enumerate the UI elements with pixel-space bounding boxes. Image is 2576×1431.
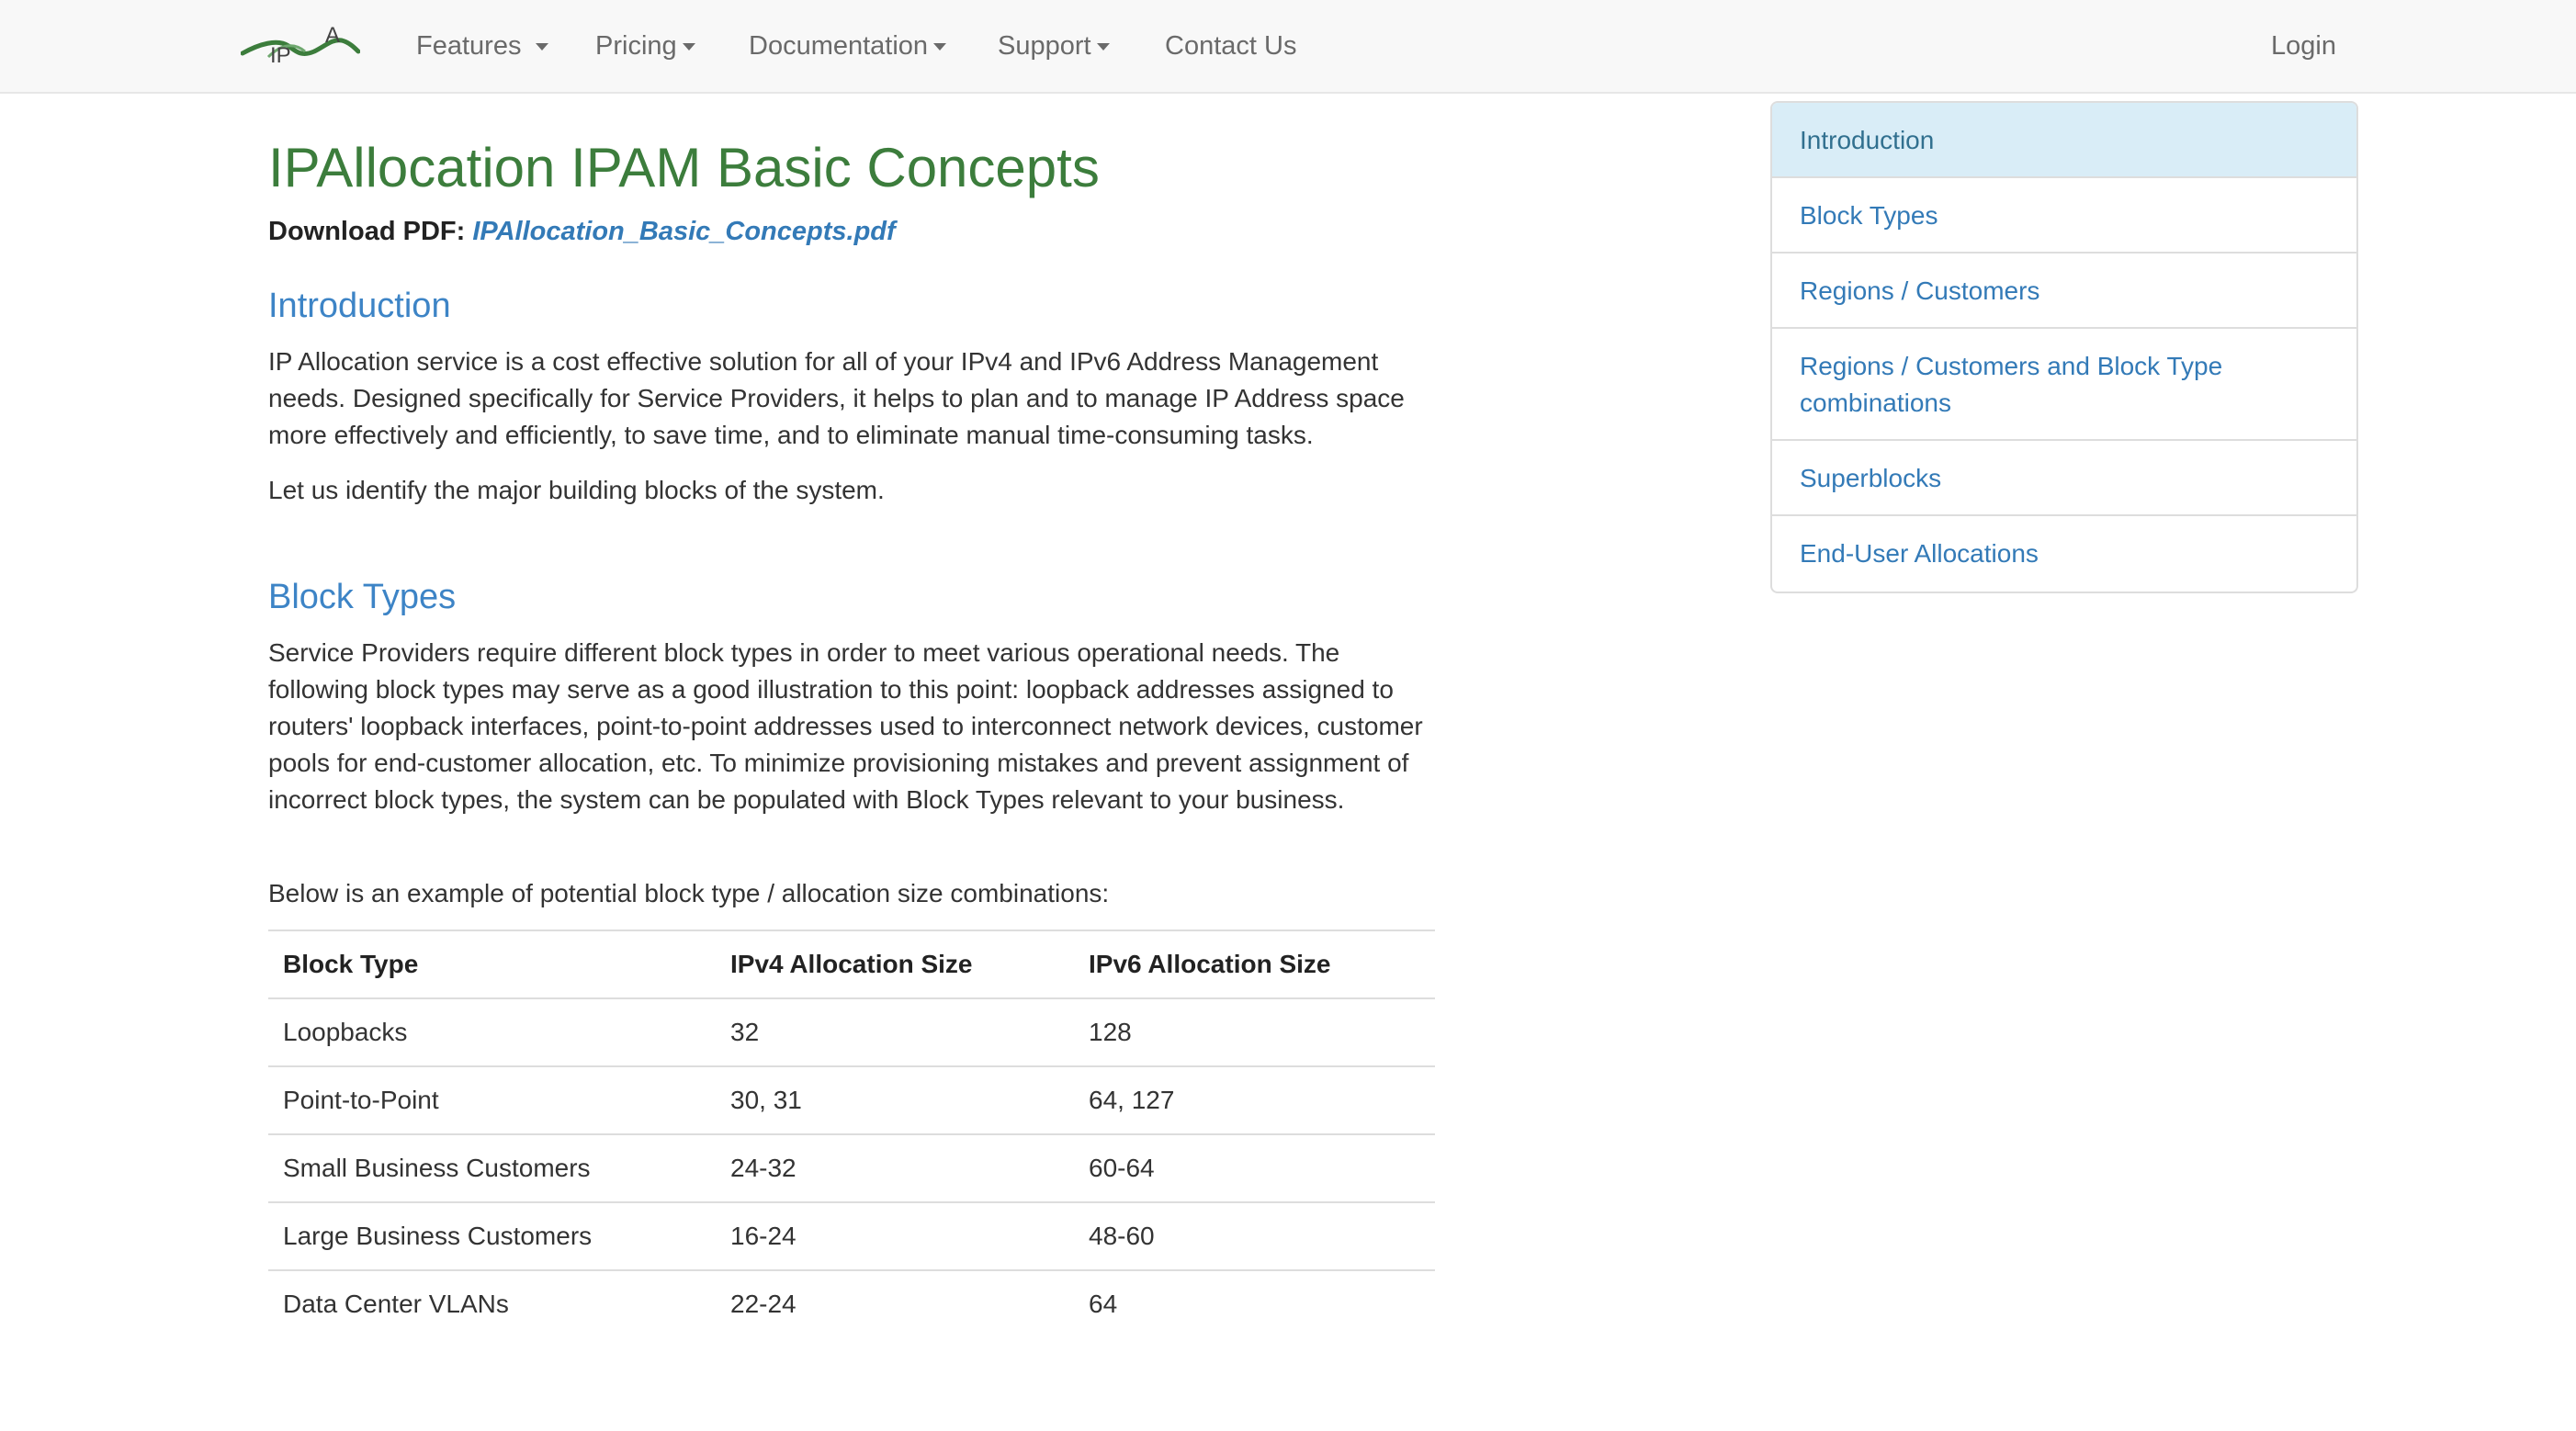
- login-label: Login: [2271, 31, 2336, 61]
- table-cell: Large Business Customers: [283, 1222, 593, 1250]
- nav-features-label: Features: [416, 31, 522, 61]
- table-cell: Loopbacks: [283, 1018, 408, 1046]
- table-cell: 64, 127: [1089, 1086, 1175, 1114]
- download-pdf: Download PDF: IPAllocation_Basic_Concept…: [268, 217, 896, 247]
- login-link[interactable]: Login: [2271, 0, 2336, 92]
- chevron-down-icon: [1096, 43, 1110, 51]
- nav-support[interactable]: Support: [998, 0, 1110, 92]
- nav-contact-us[interactable]: Contact Us: [1165, 0, 1296, 92]
- table-row: Data Center VLANs 22-24 64: [268, 1271, 1435, 1339]
- table-row: Small Business Customers 24-32 60-64: [268, 1135, 1435, 1203]
- table-row: Point-to-Point 30, 31 64, 127: [268, 1067, 1435, 1135]
- toc-item-regions-customers-block-type-combinations[interactable]: Regions / Customers and Block Type combi…: [1772, 329, 2356, 441]
- table-header-cell: IPv6 Allocation Size: [1089, 950, 1331, 978]
- introduction-paragraph: IP Allocation service is a cost effectiv…: [268, 347, 1405, 449]
- download-pdf-link[interactable]: IPAllocation_Basic_Concepts.pdf: [472, 217, 895, 246]
- table-cell: 24-32: [730, 1154, 797, 1182]
- block-types-heading: Block Types: [268, 578, 457, 616]
- table-cell: Data Center VLANs: [283, 1290, 509, 1318]
- table-cell: 128: [1089, 1018, 1132, 1046]
- toc-item-block-types[interactable]: Block Types: [1772, 178, 2356, 254]
- table-cell: 60-64: [1089, 1154, 1155, 1182]
- table-header-cell: IPv4 Allocation Size: [730, 950, 973, 978]
- toc-item-superblocks[interactable]: Superblocks: [1772, 441, 2356, 516]
- block-types-table: Block Type IPv4 Allocation Size IPv6 All…: [268, 930, 1435, 1339]
- table-row: Loopbacks 32 128: [268, 999, 1435, 1067]
- toc-sidebar: Introduction Block Types Regions / Custo…: [1770, 101, 2358, 593]
- svg-text:A: A: [325, 23, 340, 48]
- nav-documentation-label: Documentation: [749, 31, 929, 61]
- nav-pricing-label: Pricing: [595, 31, 677, 61]
- nav-contact-us-label: Contact Us: [1165, 31, 1297, 61]
- nav-pricing[interactable]: Pricing: [595, 0, 695, 92]
- top-navbar: IP A Features Pricing Documentation Supp…: [0, 0, 2576, 94]
- ipa-logo[interactable]: IP A: [240, 20, 361, 68]
- nav-support-label: Support: [998, 31, 1091, 61]
- download-label: Download PDF:: [268, 217, 466, 246]
- table-cell: 30, 31: [730, 1086, 802, 1114]
- block-types-paragraph-2: Below is an example of potential block t…: [268, 879, 1110, 907]
- svg-text:IP: IP: [270, 43, 291, 68]
- toc-item-introduction[interactable]: Introduction: [1772, 103, 2356, 178]
- chevron-down-icon: [682, 43, 695, 51]
- block-types-paragraph: Service Providers require different bloc…: [268, 638, 1423, 814]
- table-cell: Point-to-Point: [283, 1086, 439, 1114]
- introduction-paragraph-2: Let us identify the major building block…: [268, 476, 885, 504]
- page-title: IPAllocation IPAM Basic Concepts: [268, 137, 1100, 198]
- toc-item-regions-customers[interactable]: Regions / Customers: [1772, 254, 2356, 329]
- table-header-cell: Block Type: [283, 950, 419, 978]
- table-row: Large Business Customers 16-24 48-60: [268, 1203, 1435, 1271]
- table-cell: 48-60: [1089, 1222, 1155, 1250]
- nav-features[interactable]: Features: [416, 0, 549, 92]
- table-cell: 16-24: [730, 1222, 797, 1250]
- table-header-row: Block Type IPv4 Allocation Size IPv6 All…: [268, 931, 1435, 999]
- introduction-heading: Introduction: [268, 287, 451, 325]
- table-cell: 32: [730, 1018, 760, 1046]
- chevron-down-icon: [536, 43, 549, 51]
- toc-item-end-user-allocations[interactable]: End-User Allocations: [1772, 516, 2356, 592]
- table-cell: 22-24: [730, 1290, 797, 1318]
- ipa-logo-icon: IP A: [240, 23, 361, 68]
- nav-documentation[interactable]: Documentation: [749, 0, 947, 92]
- table-cell: Small Business Customers: [283, 1154, 591, 1182]
- chevron-down-icon: [933, 43, 947, 51]
- table-cell: 64: [1089, 1290, 1118, 1318]
